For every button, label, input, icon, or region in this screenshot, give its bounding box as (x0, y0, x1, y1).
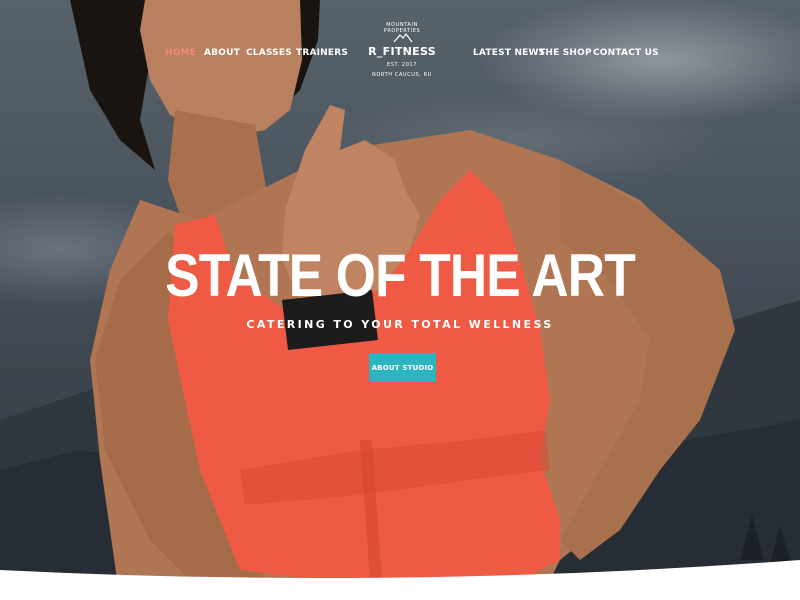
logo-name: R_FITNESS (368, 45, 436, 58)
nav-item-classes[interactable]: CLASSES (246, 48, 292, 58)
hero-headline: STATE OF THE ART (165, 242, 636, 309)
logo-established: EST. 2017 (386, 62, 418, 68)
about-studio-button[interactable]: ABOUT STUDIO (369, 353, 436, 382)
hero-section: HOME ABOUT CLASSES TRAINERS LATEST NEWS … (0, 0, 800, 600)
hero-subheadline: CATERING TO YOUR TOTAL WELLNESS (246, 318, 554, 331)
logo-top-text: MOUNTAIN PROPERTIES (383, 22, 421, 34)
nav-item-trainers[interactable]: TRAINERS (296, 48, 348, 58)
nav-item-latest-news[interactable]: LATEST NEWS (473, 48, 545, 58)
nav-item-contact-us[interactable]: CONTACT US (593, 48, 659, 58)
nav-item-the-shop[interactable]: THE SHOP (539, 48, 592, 58)
nav-item-about[interactable]: ABOUT (204, 48, 240, 58)
logo-bottom-text: NORTH CAUCUS, RU (372, 72, 432, 78)
nav-item-home[interactable]: HOME (165, 48, 196, 58)
site-logo[interactable]: MOUNTAIN PROPERTIES R_FITNESS EST. 2017 … (368, 22, 436, 84)
